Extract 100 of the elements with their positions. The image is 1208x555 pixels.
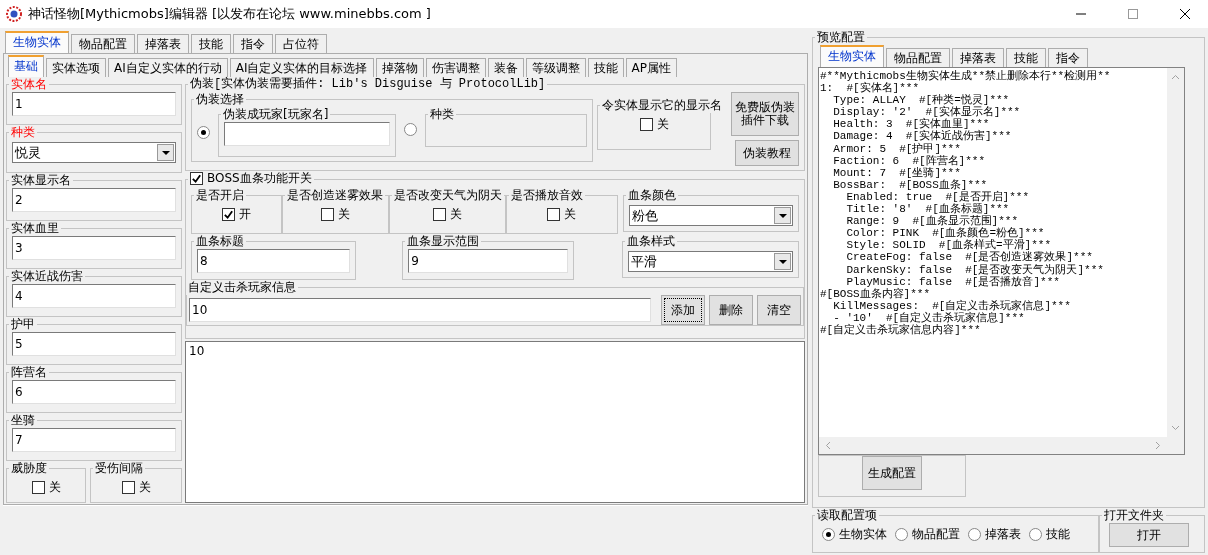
group-label: 血条标题 bbox=[195, 234, 245, 249]
tab[interactable]: 技能 bbox=[587, 58, 624, 77]
group-label: 护甲 bbox=[10, 317, 36, 332]
group-label: 伪装成玩家[玩家名] bbox=[222, 107, 330, 122]
group-label: 令实体显示它的显示名 bbox=[601, 98, 723, 113]
text-field[interactable]: 10 bbox=[189, 298, 651, 322]
button[interactable]: 伪装教程 bbox=[735, 140, 799, 166]
group-label: 实体显示名 bbox=[10, 173, 72, 188]
tab[interactable]: AP属性 bbox=[625, 58, 677, 77]
tab[interactable]: 掉落物 bbox=[375, 58, 424, 77]
tab[interactable]: 基础 bbox=[8, 55, 44, 77]
text-field[interactable] bbox=[224, 122, 391, 146]
text-field[interactable]: 2 bbox=[12, 188, 176, 212]
group-label: 伪装[实体伪装需要插件: Lib's Disguise 与 ProtocolLib] bbox=[189, 77, 547, 92]
tab[interactable]: 装备 bbox=[487, 58, 524, 77]
code-line: Display: '2' #[实体显示名]*** bbox=[832, 106, 1021, 119]
scroll-right-icon bbox=[1155, 441, 1161, 450]
tab[interactable]: 技能 bbox=[191, 34, 231, 53]
button[interactable]: 删除 bbox=[709, 295, 753, 325]
window-title: 神话怪物[Mythicmobs]编辑器 [以发布在论坛 www.minebbs.com ] bbox=[28, 6, 431, 22]
group-label: 血条样式 bbox=[625, 234, 676, 249]
text-field[interactable]: 8 bbox=[197, 249, 351, 273]
radio-button[interactable] bbox=[404, 123, 418, 136]
group-label: 实体近战伤害 bbox=[10, 269, 84, 284]
checkbox[interactable]: 关 bbox=[639, 117, 669, 132]
caret-icon bbox=[778, 213, 787, 218]
button[interactable]: 添加 bbox=[661, 295, 705, 325]
group-label: 读取配置项 bbox=[816, 508, 878, 523]
radio-label[interactable]: 物品配置 bbox=[912, 527, 960, 542]
text-field[interactable]: 3 bbox=[12, 236, 176, 260]
tab[interactable]: AI自定义实体的行动 bbox=[108, 58, 228, 77]
text-field[interactable]: 6 bbox=[12, 380, 176, 404]
tab[interactable]: 实体选项 bbox=[46, 58, 106, 77]
tab[interactable]: 伤害调整 bbox=[425, 58, 486, 77]
tab[interactable]: 生物实体 bbox=[820, 45, 884, 67]
checkbox[interactable]: 关 bbox=[547, 207, 577, 222]
group-label: 伪装选择 bbox=[195, 92, 245, 107]
radio-button[interactable] bbox=[1029, 527, 1042, 541]
check-icon bbox=[191, 173, 202, 184]
button[interactable]: 清空 bbox=[757, 295, 801, 325]
checkbox[interactable]: 关 bbox=[31, 480, 61, 495]
group-label: 受伤间隔 bbox=[94, 461, 144, 476]
group-label: 威胁度 bbox=[10, 461, 48, 476]
group-label: 阵营名 bbox=[10, 365, 48, 380]
radio-label[interactable]: 掉落表 bbox=[985, 527, 1021, 542]
radio-label[interactable]: 生物实体 bbox=[839, 527, 887, 542]
tab[interactable]: 生物实体 bbox=[5, 31, 69, 53]
group-label: 实体血里 bbox=[10, 221, 60, 236]
dropdown[interactable]: 粉色 bbox=[628, 205, 793, 226]
tab[interactable]: 占位符 bbox=[275, 34, 327, 53]
code-line: #[自定义击杀玩家信息内容]*** bbox=[820, 323, 981, 337]
tab[interactable]: 物品配置 bbox=[886, 48, 950, 67]
text-field[interactable]: 4 bbox=[12, 284, 176, 308]
tab[interactable]: 掉落表 bbox=[137, 34, 189, 53]
radio-label[interactable]: 技能 bbox=[1046, 527, 1070, 542]
code-line: DarkenSky: false #[是否改变天气为阴天]*** bbox=[845, 263, 1104, 276]
checkbox[interactable]: BOSS血条功能开关 bbox=[190, 171, 312, 186]
tab[interactable]: 等级调整 bbox=[525, 58, 586, 77]
radio-button[interactable] bbox=[895, 527, 908, 541]
code-line: Faction: 6 #[阵营名]*** bbox=[832, 154, 986, 167]
group-label: 血条显示范围 bbox=[406, 234, 481, 249]
tab[interactable]: 掉落表 bbox=[952, 48, 1004, 67]
checkbox[interactable]: 开 bbox=[222, 207, 252, 222]
list-item[interactable]: 10 bbox=[189, 344, 801, 359]
group-label: 是否改变天气为阴天 bbox=[393, 188, 504, 203]
code-line: - '10' #[自定义击杀玩家信息]*** bbox=[832, 311, 1025, 324]
code-line: Mount: 7 #[坐骑]*** bbox=[832, 166, 961, 179]
checkbox[interactable]: 关 bbox=[321, 207, 351, 222]
code-line: BossBar: #[BOSS血条]*** bbox=[832, 178, 988, 191]
text-field[interactable]: 9 bbox=[408, 249, 568, 273]
code-line: Title: '8' #[血条标题]*** bbox=[845, 203, 1010, 216]
code-line: CreateFog: false #[是否创造迷雾效果]*** bbox=[845, 251, 1093, 264]
checkbox[interactable]: 关 bbox=[121, 480, 151, 495]
code-line: Damage: 4 #[实体近战伤害]*** bbox=[832, 130, 1012, 143]
code-line: PlayMusic: false #[是否播放音]*** bbox=[845, 275, 1060, 288]
button[interactable]: 生成配置 bbox=[862, 456, 922, 490]
group-label: 是否开启 bbox=[195, 188, 245, 203]
radio-button[interactable] bbox=[968, 527, 981, 541]
scroll-down-icon bbox=[1171, 425, 1180, 431]
text-field[interactable]: 7 bbox=[12, 428, 176, 452]
group-label: 实体名 bbox=[10, 77, 48, 92]
radio-button[interactable] bbox=[822, 527, 835, 541]
text-field[interactable]: 5 bbox=[12, 332, 176, 356]
radio-button[interactable] bbox=[197, 126, 210, 139]
group-label: 是否播放音效 bbox=[510, 188, 585, 203]
dropdown[interactable]: 悦灵 bbox=[12, 142, 176, 163]
checkbox[interactable]: 关 bbox=[433, 207, 463, 222]
tab[interactable]: 指令 bbox=[1048, 48, 1088, 67]
app-icon bbox=[6, 6, 22, 22]
dropdown[interactable]: 平滑 bbox=[627, 251, 793, 272]
text-field[interactable]: 1 bbox=[12, 92, 176, 116]
tab[interactable]: 技能 bbox=[1006, 48, 1046, 67]
tab[interactable]: 指令 bbox=[233, 34, 273, 53]
tab[interactable]: AI自定义实体的目标选择 bbox=[229, 58, 374, 77]
button[interactable]: 免费版伪装插件下载 bbox=[731, 92, 799, 136]
code-line: Range: 9 #[血条显示范围]*** bbox=[845, 215, 1019, 228]
code-line: Style: SOLID #[血条样式=平滑]*** bbox=[845, 239, 1052, 252]
group-label: 是否创造迷雾效果 bbox=[286, 188, 385, 203]
button[interactable]: 打开 bbox=[1109, 523, 1189, 547]
tab[interactable]: 物品配置 bbox=[71, 34, 135, 53]
